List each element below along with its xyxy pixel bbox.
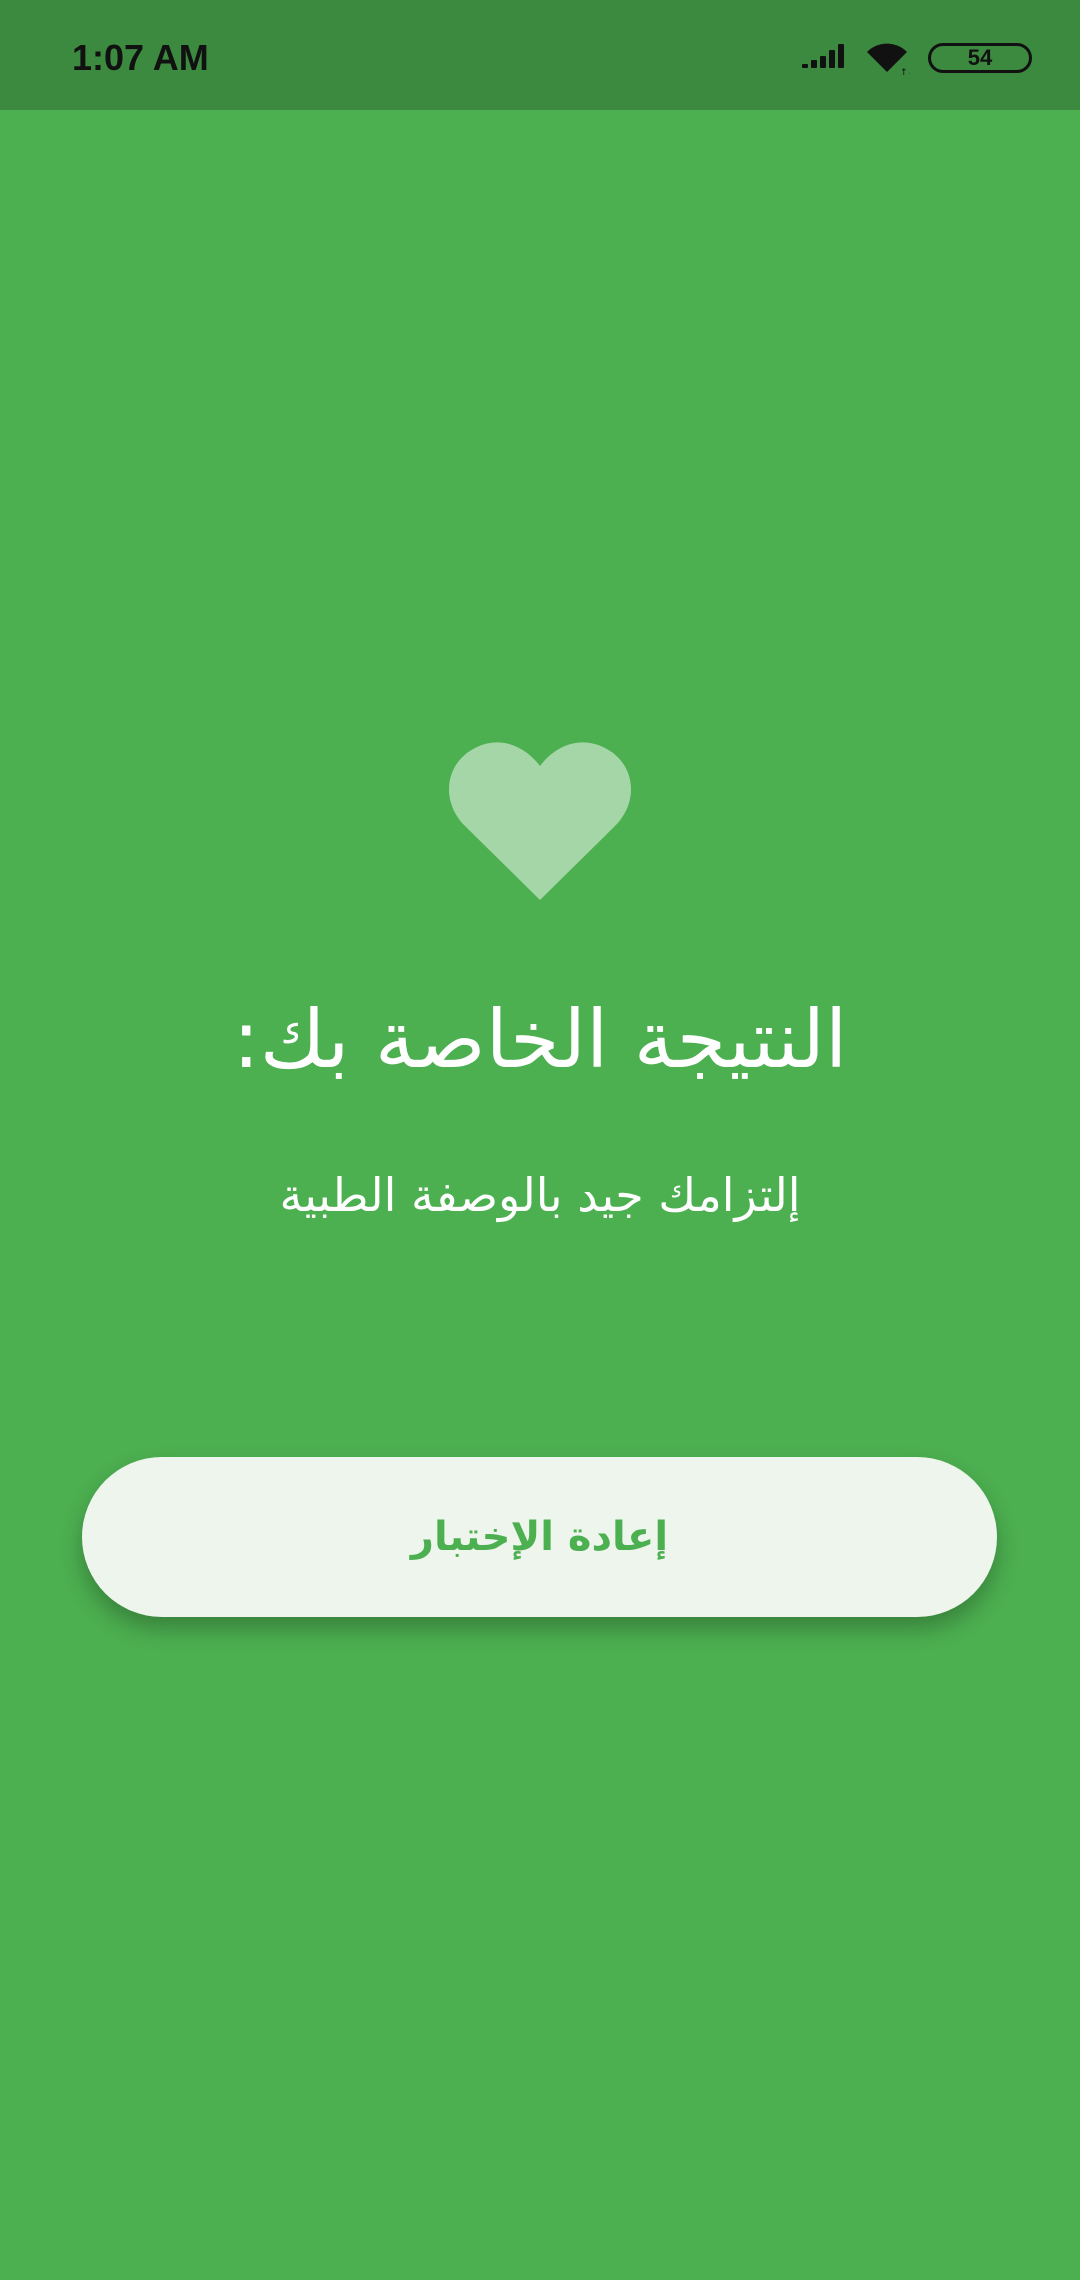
status-bar: 1:07 AM ↑↓ 54	[0, 0, 1080, 110]
signal-icon	[802, 44, 844, 68]
retry-test-label: إعادة الإختبار	[410, 1514, 669, 1560]
status-icons: ↑↓ 54	[802, 36, 1032, 80]
wifi-icon: ↑↓	[867, 43, 910, 76]
result-title: النتيجة الخاصة بك:	[232, 993, 848, 1086]
battery-icon: 54	[928, 43, 1032, 73]
status-time: 1:07 AM	[72, 37, 209, 78]
svg-text:↑↓: ↑↓	[900, 68, 910, 76]
heart-icon	[448, 742, 632, 900]
battery-level: 54	[967, 45, 993, 70]
retry-test-button[interactable]: إعادة الإختبار	[82, 1457, 997, 1617]
result-message: إلتزامك جيد بالوصفة الطبية	[279, 1168, 801, 1222]
